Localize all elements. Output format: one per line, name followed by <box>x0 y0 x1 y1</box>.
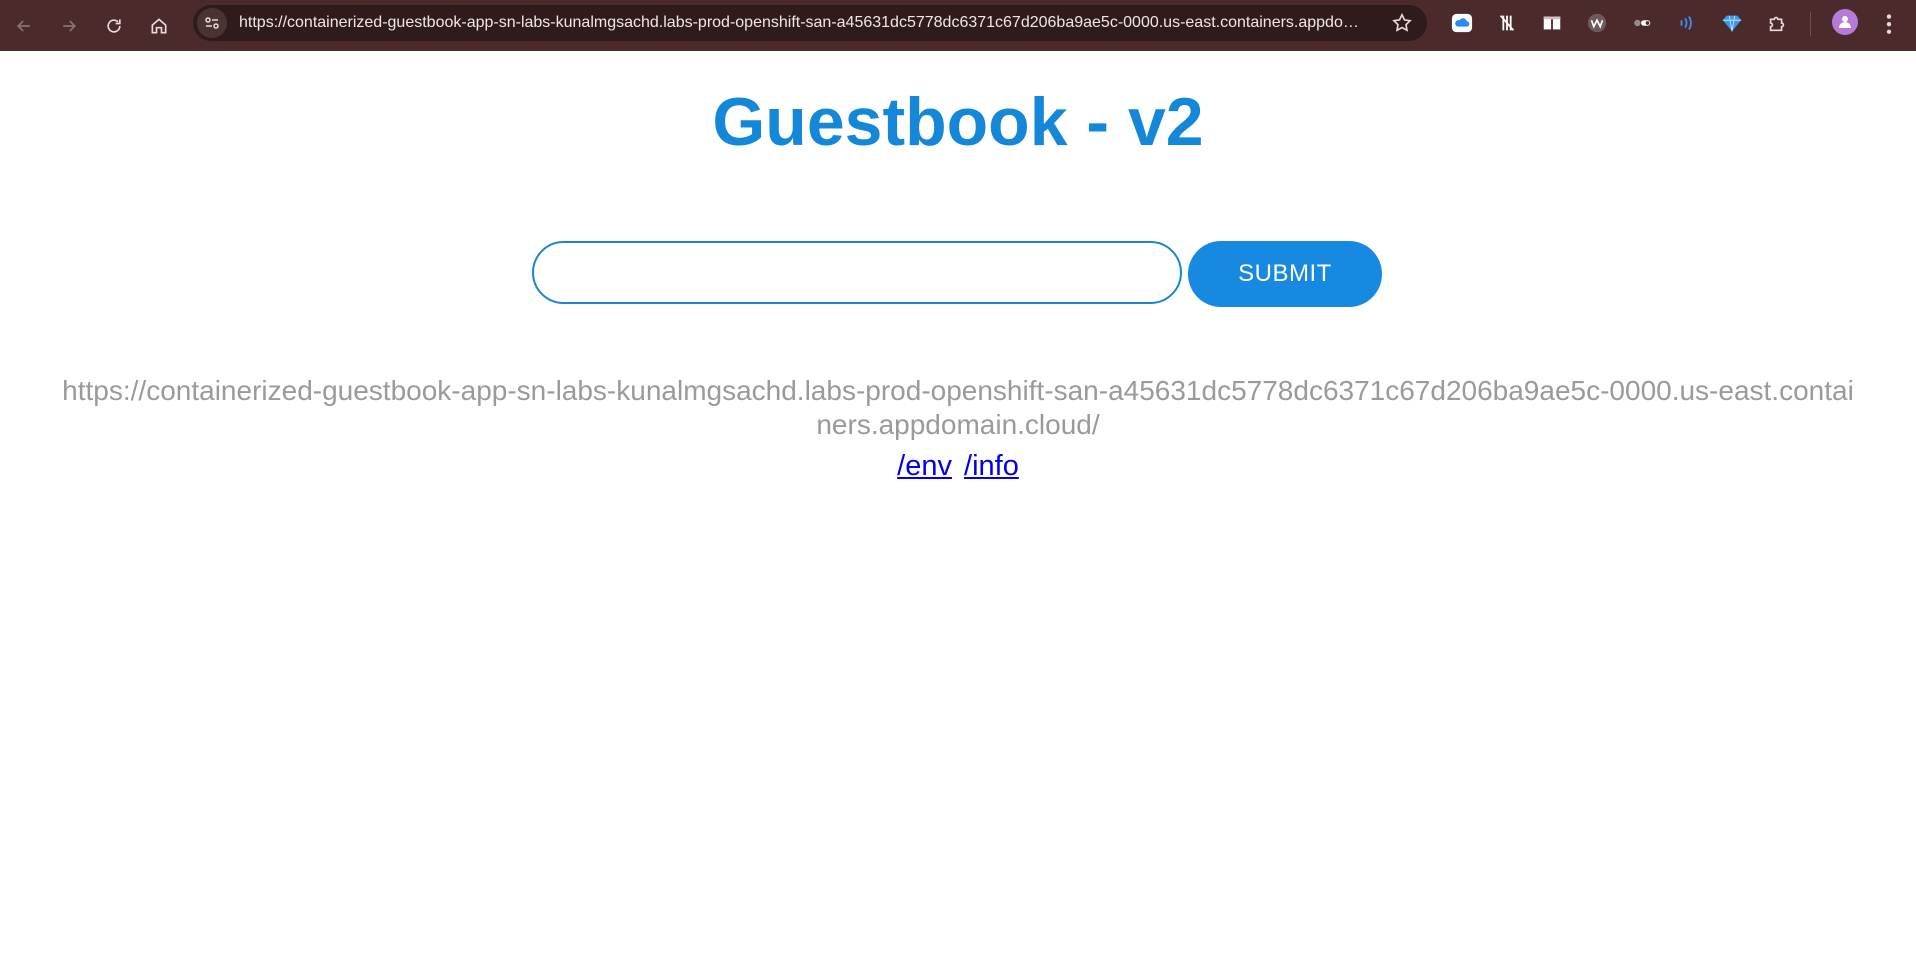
home-icon[interactable] <box>137 4 181 48</box>
profile-avatar-icon[interactable] <box>1832 9 1858 35</box>
toggle-icon[interactable] <box>1628 9 1656 37</box>
gem-icon[interactable] <box>1718 9 1746 37</box>
env-link[interactable]: /env <box>897 450 952 482</box>
reader-icon[interactable] <box>1538 9 1566 37</box>
url-text[interactable]: https://containerized-guestbook-app-sn-l… <box>239 5 1359 41</box>
site-info-icon[interactable] <box>197 8 227 38</box>
bookmark-star-icon[interactable] <box>1391 12 1413 34</box>
wave-icon[interactable] <box>1583 9 1611 37</box>
address-bar[interactable]: https://containerized-guestbook-app-sn-l… <box>193 5 1427 41</box>
browser-toolbar: https://containerized-guestbook-app-sn-l… <box>0 0 1916 51</box>
info-link[interactable]: /info <box>964 450 1019 482</box>
toolbar-divider <box>1810 12 1811 36</box>
page-title: Guestbook - v2 <box>712 84 1204 160</box>
back-arrow-icon[interactable] <box>2 4 46 48</box>
host-url-text: https://containerized-guestbook-app-sn-l… <box>62 375 1854 440</box>
puzzle-icon[interactable] <box>1763 9 1791 37</box>
guestbook-entry-input[interactable] <box>532 241 1182 304</box>
submit-button[interactable]: SUBMIT <box>1188 241 1382 307</box>
kebab-menu-icon[interactable] <box>1876 9 1902 37</box>
forward-arrow-icon[interactable] <box>47 4 91 48</box>
tracker-blocker-icon[interactable] <box>1493 9 1521 37</box>
reload-icon[interactable] <box>92 4 136 48</box>
links-row: /env /info <box>0 448 1916 484</box>
cloud-icon[interactable] <box>1448 9 1476 37</box>
audio-icon[interactable] <box>1673 9 1701 37</box>
